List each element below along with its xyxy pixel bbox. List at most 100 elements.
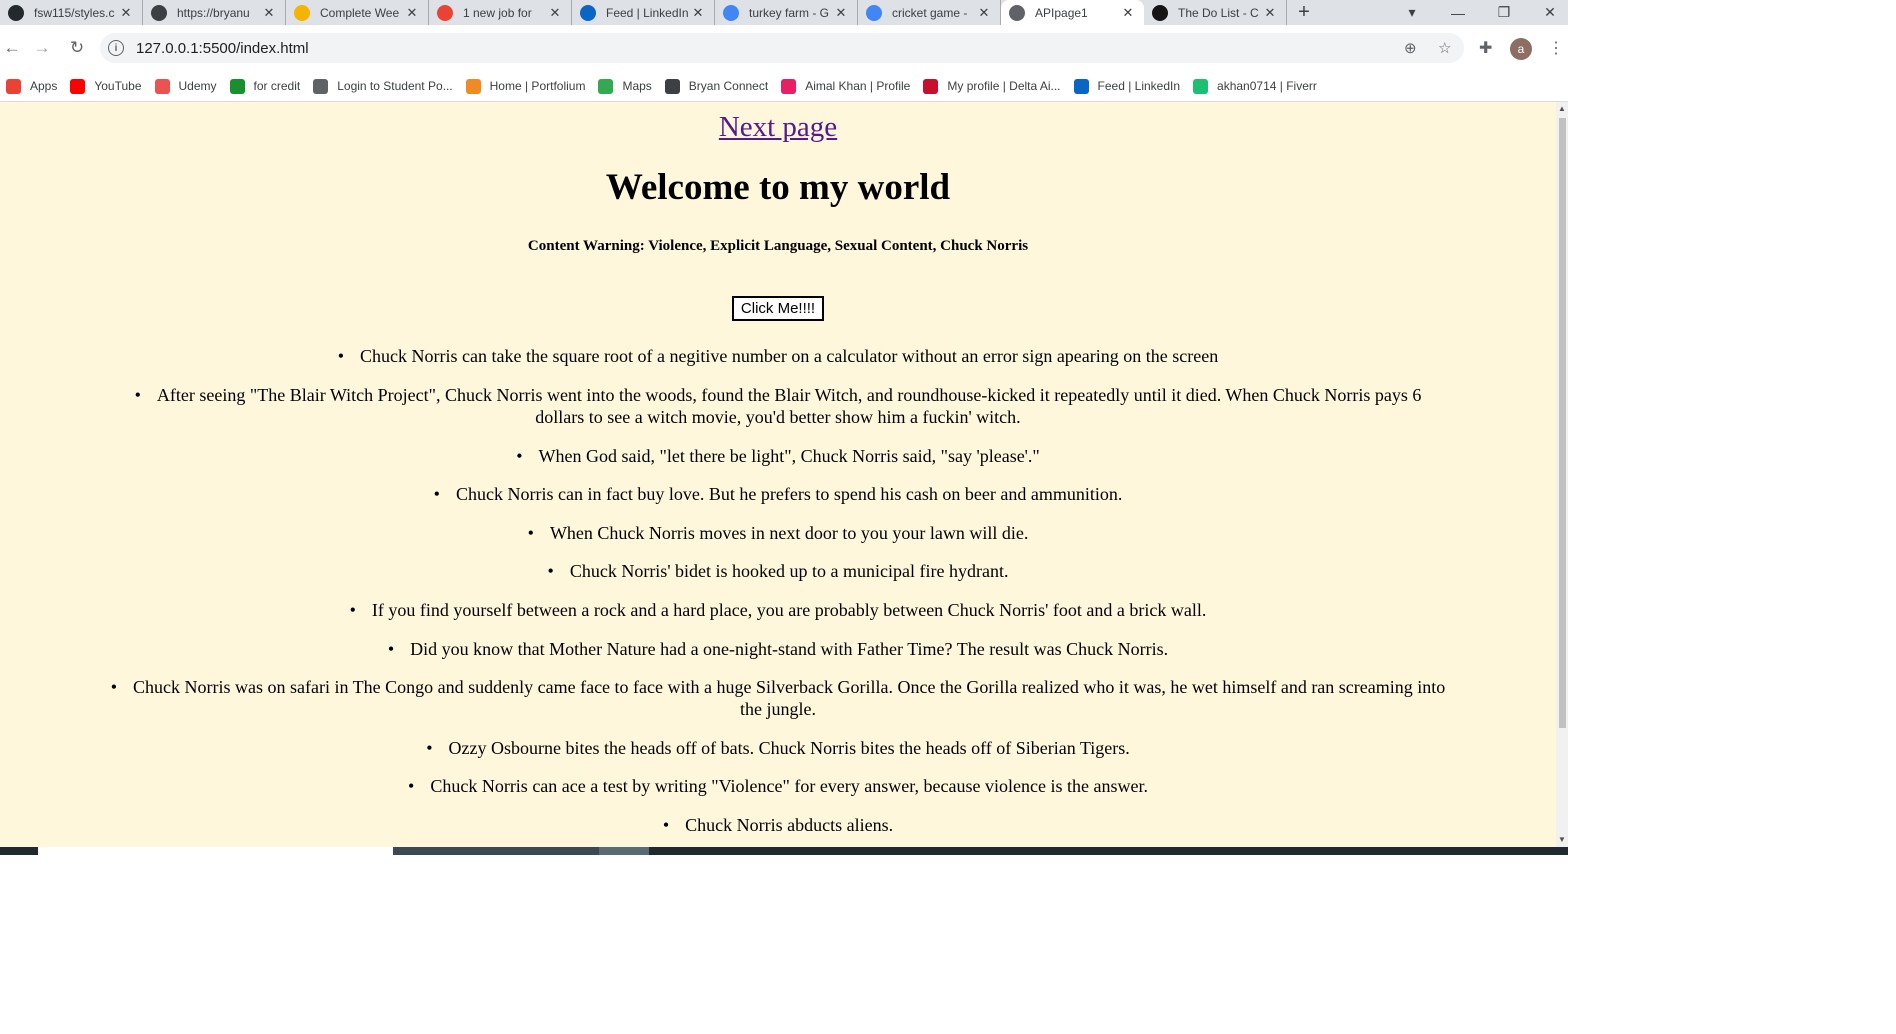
tab-2[interactable]: https://bryanu ✕ [143,0,286,25]
restore-icon[interactable]: ❐ [1492,0,1516,25]
close-window-icon[interactable]: ✕ [1538,0,1562,25]
taskbar-item[interactable] [393,847,599,855]
avatar[interactable]: a [1510,38,1532,60]
bookmark-item[interactable]: Feed | LinkedIn [1073,78,1180,94]
next-page-link[interactable]: Next page [0,111,1556,144]
reload-icon[interactable]: ↻ [65,36,89,60]
address-bar[interactable]: i 127.0.0.1:5500/index.html ⊕ ☆ [100,33,1464,63]
click-me-button[interactable]: Click Me!!!! [731,296,825,322]
bookmark-item[interactable]: for credit [229,78,300,94]
linkedin-icon [1073,78,1089,94]
bookmark-label: akhan0714 | Fiverr [1217,79,1317,93]
tab-9[interactable]: The Do List - C ✕ [1144,0,1287,25]
minimize-icon[interactable]: — [1446,0,1470,25]
list-item: Chuck Norris can in fact buy love. But h… [110,483,1446,505]
list-item: Chuck Norris abducts aliens. [110,814,1446,836]
forward-icon[interactable]: → [30,36,54,60]
bookmark-label: Home | Portfolium [489,79,586,93]
bookmark-label: Login to Student Po... [337,79,453,93]
extensions-icon[interactable]: ✚ [1479,38,1492,58]
tab-4[interactable]: 1 new job for ✕ [429,0,572,25]
portfolium-icon [465,78,481,94]
list-item: Chuck Norris can take the square root of… [110,345,1446,367]
jokes-list: Chuck Norris can take the square root of… [0,345,1556,836]
close-icon[interactable]: ✕ [833,5,849,21]
url-text[interactable]: 127.0.0.1:5500/index.html [136,40,309,57]
bookmark-item[interactable]: Apps [6,78,58,94]
scrollbar[interactable]: ▲ ▼ [1556,102,1568,847]
scrollbar-thumb[interactable] [1559,118,1566,728]
tab-title: cricket game - [892,5,968,20]
list-item: After seeing "The Blair Witch Project", … [110,384,1446,428]
tab-6[interactable]: turkey farm - G ✕ [715,0,858,25]
tab-5[interactable]: Feed | LinkedIn ✕ [572,0,715,25]
tab-search-icon[interactable]: ▾ [1400,0,1424,25]
bookmark-label: Apps [30,79,58,93]
close-icon[interactable]: ✕ [404,5,420,21]
bryan-icon [151,4,167,21]
taskbar-item[interactable] [38,847,393,855]
close-icon[interactable]: ✕ [1120,5,1136,21]
bookmark-label: Udemy [178,79,217,93]
tab-title: Complete Wee [320,5,400,20]
bookmark-label: Maps [622,79,652,93]
bookmark-item[interactable]: Home | Portfolium [465,78,586,94]
page-content: Next page Welcome to my world Content Wa… [0,102,1556,847]
tab-title: turkey farm - G [749,5,830,20]
list-item: When God said, "let there be light", Chu… [110,445,1446,467]
scroll-down-icon[interactable]: ▼ [1558,835,1566,844]
list-item: Did you know that Mother Nature had a on… [110,638,1446,660]
list-item: Chuck Norris was on safari in The Congo … [110,676,1446,720]
tab-strip: fsw115/styles.c ✕ https://bryanu ✕ Complete … [0,0,1568,25]
close-icon[interactable]: ✕ [690,5,706,21]
tab-3[interactable]: Complete Wee ✕ [286,0,429,25]
maps-icon [598,78,614,94]
bookmark-label: My profile | Delta Ai... [947,79,1061,93]
tab-8[interactable]: APIpage1 ✕ [1001,0,1144,25]
close-icon[interactable]: ✕ [1262,5,1278,21]
tab-title: APIpage1 [1035,5,1088,20]
youtube-icon [70,78,86,94]
globe-icon [313,78,329,94]
close-icon[interactable]: ✕ [547,5,563,21]
fiverr-icon [1193,78,1209,94]
profile-icon [781,78,797,94]
bookmark-item[interactable]: Aimal Khan | Profile [781,78,911,94]
bookmark-label: Aimal Khan | Profile [805,79,911,93]
taskbar [0,847,1568,855]
github-icon [8,4,24,21]
tab-title: fsw115/styles.c [34,5,115,20]
apps-icon [6,78,21,94]
bookmark-item[interactable]: akhan0714 | Fiverr [1193,78,1317,94]
bookmark-item[interactable]: My profile | Delta Ai... [923,78,1061,94]
bookmark-item[interactable]: Bryan Connect [664,78,769,94]
tab-1[interactable]: fsw115/styles.c ✕ [0,0,143,25]
taskbar-item[interactable] [599,847,649,855]
delta-icon [923,78,939,94]
new-tab-button[interactable]: + [1287,0,1321,25]
bookmark-star-icon[interactable]: ☆ [1438,33,1451,63]
list-item: When Chuck Norris moves in next door to … [110,522,1446,544]
google-icon [866,4,882,21]
back-icon[interactable]: ← [0,36,24,60]
menu-icon[interactable]: ⋮ [1548,38,1564,58]
linkedin-icon [580,4,596,21]
bookmark-label: Bryan Connect [688,79,769,93]
bookmark-item[interactable]: Udemy [154,78,217,94]
doc-icon [294,4,310,21]
bookmark-item[interactable]: YouTube [70,78,142,94]
globe-icon [1009,4,1025,21]
tab-7[interactable]: cricket game - ✕ [858,0,1001,25]
list-item: If you find yourself between a rock and … [110,599,1446,621]
zoom-icon[interactable]: ⊕ [1404,33,1417,63]
scroll-up-icon[interactable]: ▲ [1558,104,1566,113]
google-icon [723,4,739,21]
bookmark-item[interactable]: Maps [598,78,652,94]
close-icon[interactable]: ✕ [976,5,992,21]
site-info-icon[interactable]: i [108,40,124,56]
tab-title: Feed | LinkedIn [606,5,689,20]
close-icon[interactable]: ✕ [118,5,134,21]
content-warning: Content Warning: Violence, Explicit Lang… [527,238,1029,255]
close-icon[interactable]: ✕ [261,5,277,21]
bookmark-item[interactable]: Login to Student Po... [313,78,453,94]
